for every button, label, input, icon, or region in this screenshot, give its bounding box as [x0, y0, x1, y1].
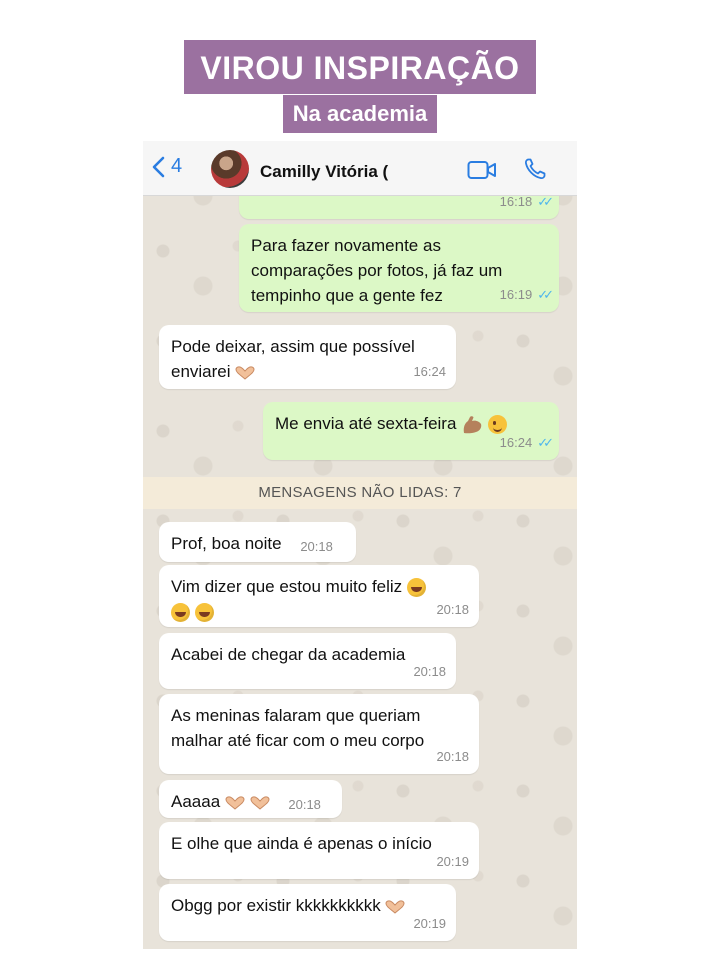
heart-hands-emoji-icon [225, 795, 245, 810]
rolling-laughing-emoji-icon [171, 603, 190, 623]
message-incoming[interactable]: Vim dizer que estou muito feliz 20:18 [159, 565, 479, 627]
back-count: 4 [171, 155, 183, 177]
message-time: 20:18 [436, 749, 469, 764]
chevron-left-icon [152, 156, 165, 177]
message-incoming[interactable]: As meninas falaram que queriam malhar at… [159, 694, 479, 774]
message-emoji-line [171, 599, 467, 624]
message-time: 16:24 [413, 364, 446, 379]
message-time: 20:19 [436, 854, 469, 869]
heart-hands-emoji-icon [385, 899, 405, 914]
message-incoming[interactable]: E olhe que ainda é apenas o início 20:19 [159, 822, 479, 879]
banner-subtitle-wrap: Na academia [0, 95, 720, 133]
message-text-line: comparações por fotos, já faz um [251, 261, 503, 280]
heart-hands-emoji-icon [235, 365, 255, 380]
message-time: 16:19 ✓✓ [500, 282, 554, 307]
message-text-line: Pode deixar, assim que possível [171, 337, 415, 356]
chat-header: 4 Camilly Vitória ( [143, 141, 577, 196]
message-text-line: malhar até ficar com o meu corpo [171, 731, 425, 750]
message-text: Aaaaa [171, 792, 221, 811]
phone-call-icon[interactable] [523, 157, 547, 181]
message-incoming[interactable]: Pode deixar, assim que possível enviarei… [159, 325, 456, 389]
heart-hands-emoji-icon [250, 795, 270, 810]
back-button[interactable]: 4 [151, 155, 182, 178]
message-text-line: Obgg por existir kkkkkkkkkk [171, 893, 444, 918]
message-text: E olhe que ainda é apenas o início [171, 834, 432, 853]
video-call-icon[interactable] [467, 159, 497, 181]
message-time: 20:18 [288, 797, 321, 812]
avatar[interactable] [211, 150, 249, 188]
message-incoming[interactable]: Aaaaa 20:18 [159, 780, 342, 818]
rolling-laughing-emoji-icon [194, 603, 214, 623]
read-ticks-icon: ✓✓ [537, 435, 554, 450]
message-text-line: enviarei [171, 359, 444, 384]
message-time: 20:18 [300, 539, 333, 554]
message-text: Prof, boa noite [171, 534, 282, 553]
message-incoming[interactable]: Prof, boa noite 20:18 [159, 522, 356, 562]
message-text-line: As meninas falaram que queriam [171, 706, 421, 725]
message-time: 20:19 [413, 916, 446, 931]
banner-title: VIROU INSPIRAÇÃO [184, 40, 536, 94]
message-incoming[interactable]: Acabei de chegar da academia 20:18 [159, 633, 456, 689]
flexed-biceps-emoji-icon [463, 415, 482, 433]
unread-divider: MENSAGENS NÃO LIDAS: 7 [143, 477, 577, 509]
read-ticks-icon: ✓✓ [537, 287, 554, 302]
message-time: 16:24 ✓✓ [500, 430, 554, 455]
chat-screenshot: 4 Camilly Vitória ( 16:18 ✓✓ Para fazer n… [143, 141, 577, 949]
message-time: 20:18 [436, 602, 469, 617]
message-outgoing[interactable]: Para fazer novamente as comparações por … [239, 224, 559, 312]
message-text: Acabei de chegar da academia [171, 645, 406, 664]
message-outgoing[interactable]: Me envia até sexta-feira 16:24 ✓✓ [263, 402, 559, 460]
message-text-line: Vim dizer que estou muito feliz [171, 574, 467, 599]
banner-subtitle: Na academia [282, 95, 438, 133]
message-text-line: Para fazer novamente as [251, 236, 441, 255]
message-time: 20:18 [413, 664, 446, 679]
banner-title-wrap: VIROU INSPIRAÇÃO [0, 40, 720, 94]
rolling-laughing-emoji-icon [406, 578, 426, 598]
message-incoming[interactable]: Obgg por existir kkkkkkkkkk 20:19 [159, 884, 456, 941]
contact-name[interactable]: Camilly Vitória ( [260, 162, 388, 182]
